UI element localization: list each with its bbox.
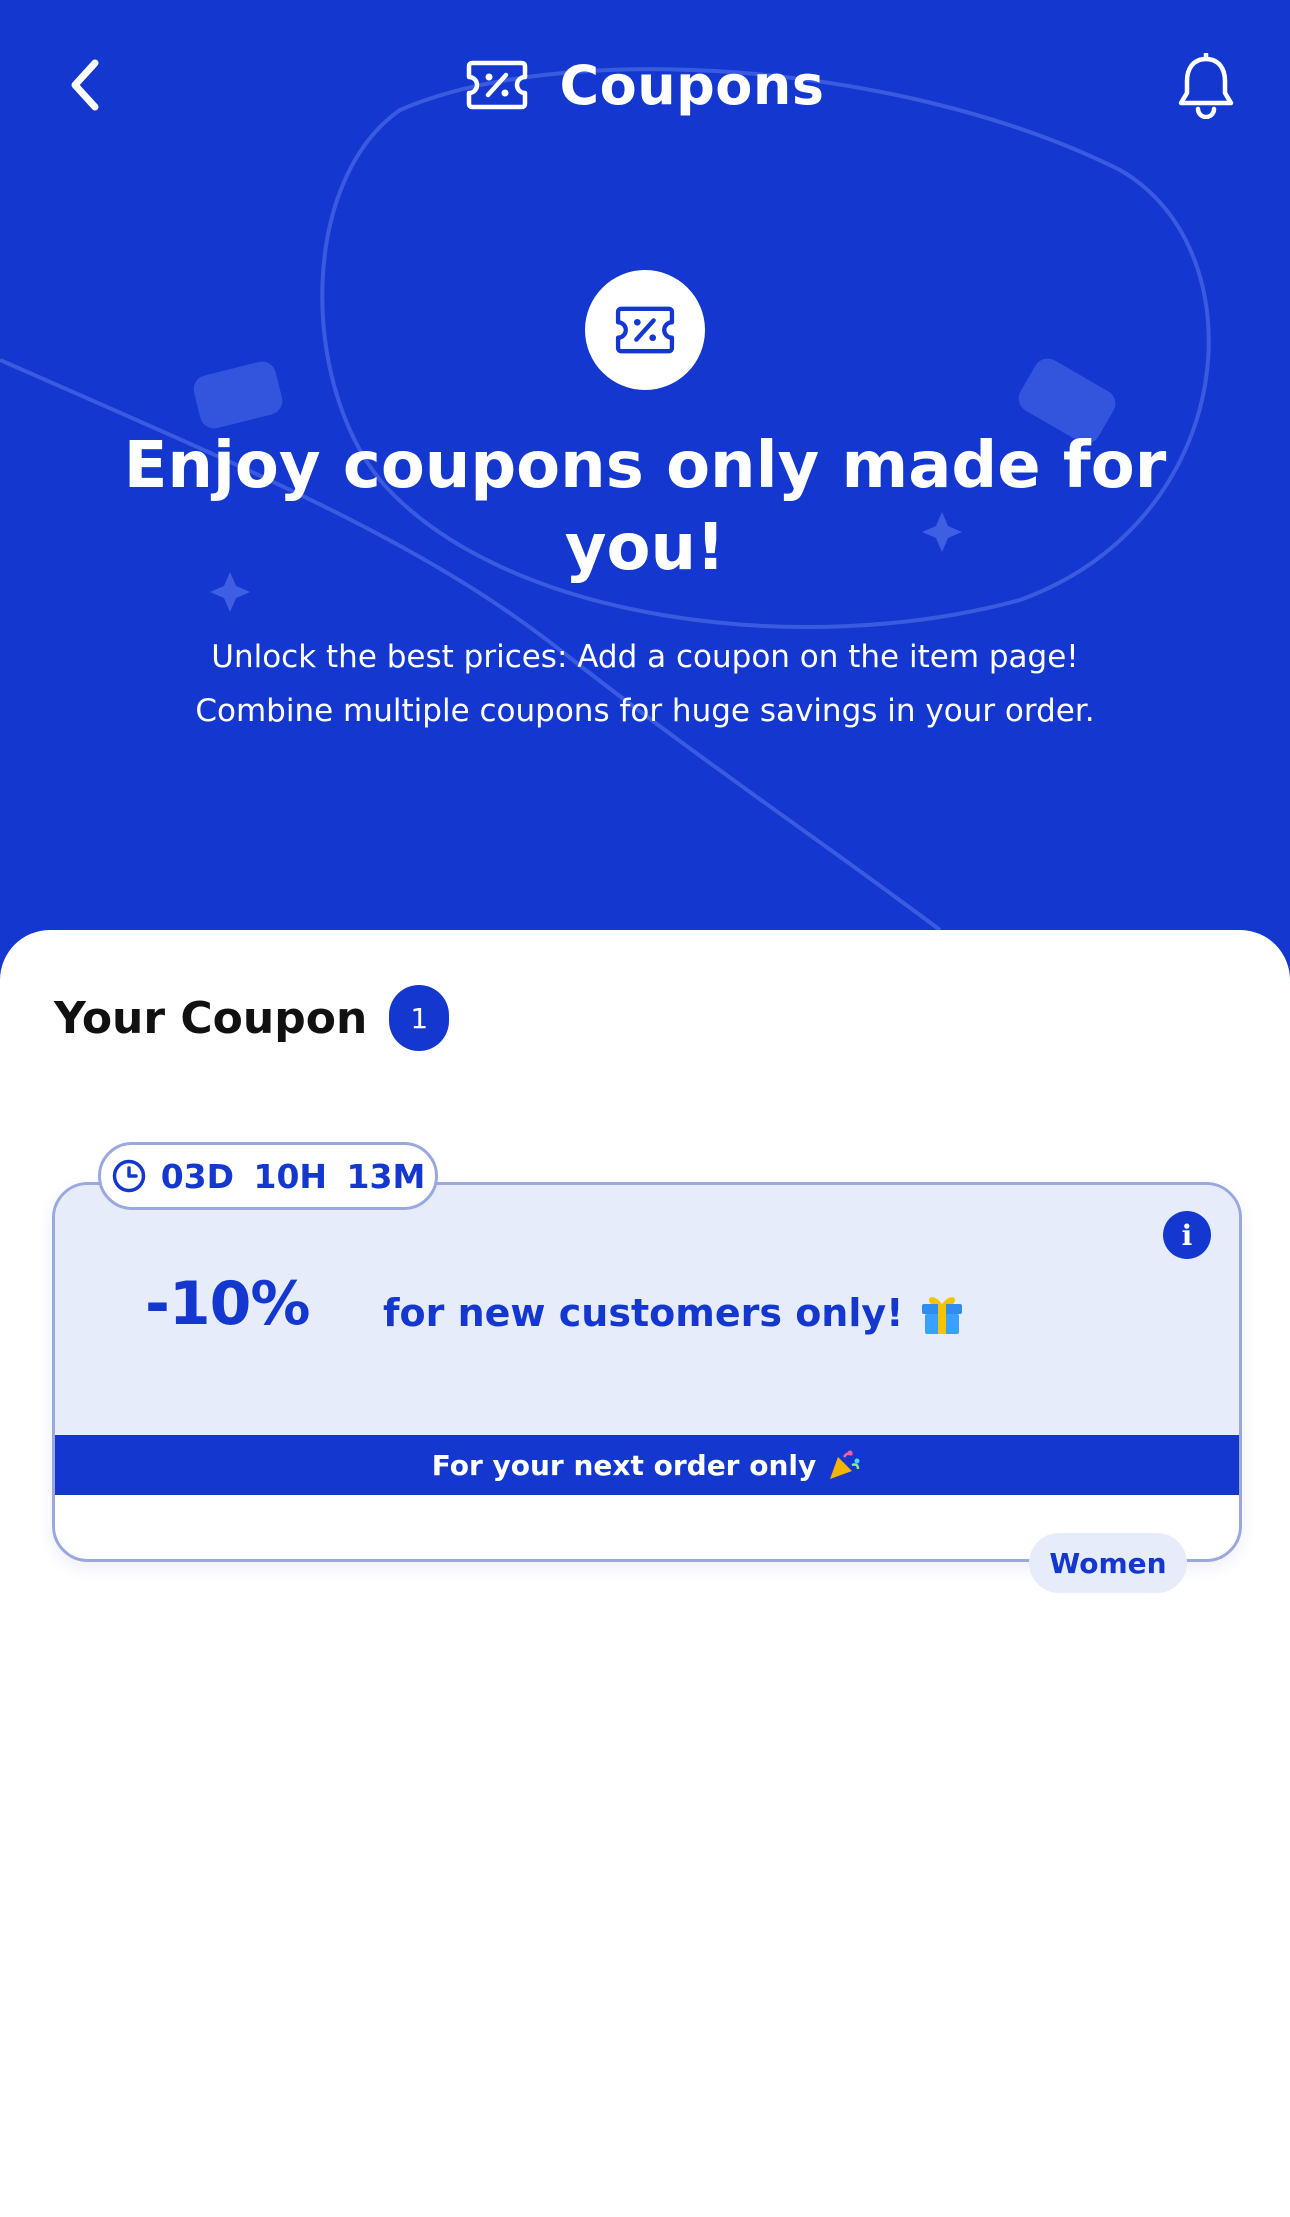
clock-icon (112, 1159, 145, 1193)
coupon-percent-icon (465, 58, 529, 112)
page-title: Coupons (559, 53, 825, 117)
bell-icon (1178, 53, 1234, 119)
section-header: Your Coupon 1 (54, 978, 450, 1058)
coupon-timer-text: 03D 10H 13M (160, 1156, 426, 1196)
hero-subtitle-line: Combine multiple coupons for huge saving… (195, 693, 1095, 729)
coupons-page: Coupons Enjoy coupons only made for you!… (0, 0, 1290, 2217)
info-icon: i (1181, 1218, 1193, 1252)
coupon-description-text: for new customers only! (383, 1291, 904, 1335)
coupon-discount: -10% (145, 1269, 311, 1339)
coupon-count-badge: 1 (389, 985, 450, 1051)
section-title: Your Coupon (54, 992, 368, 1044)
coupon-timer: 03D 10H 13M (98, 1142, 438, 1210)
notifications-button[interactable] (1172, 48, 1240, 124)
page-title-group: Coupons (0, 50, 1290, 120)
gift-icon (922, 1297, 963, 1334)
category-tag[interactable]: Women (1029, 1533, 1187, 1593)
coupon-percent-icon (615, 306, 675, 354)
party-popper-icon (830, 1450, 860, 1479)
top-bar: Coupons (0, 0, 1290, 170)
coupon-condition-strip: For your next order only (55, 1435, 1239, 1495)
hero-coupon-badge (585, 270, 705, 390)
hero-heading: Enjoy coupons only made for you! (123, 429, 1167, 585)
coupon-card[interactable]: i -10% for new customers only! For your … (52, 1182, 1242, 1562)
hero-subtitle-line: Unlock the best prices: Add a coupon on … (211, 639, 1079, 675)
hero-subtitle: Unlock the best prices: Add a coupon on … (80, 630, 1210, 738)
info-button[interactable]: i (1163, 1211, 1211, 1259)
hero-banner: Coupons Enjoy coupons only made for you!… (0, 0, 1290, 1000)
coupon-description: for new customers only! (383, 1285, 967, 1341)
coupon-condition-text: For your next order only (431, 1448, 817, 1482)
